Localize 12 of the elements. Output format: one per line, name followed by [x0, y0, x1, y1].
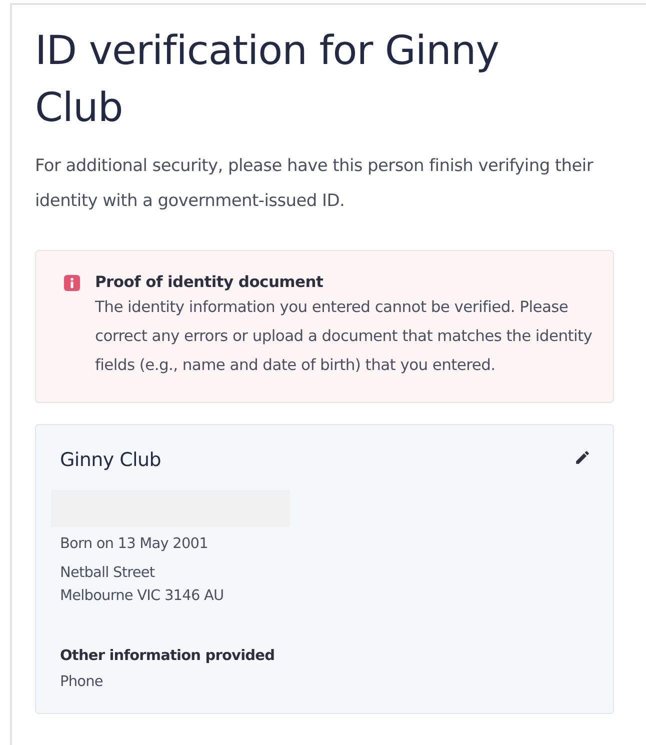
alert-message: The identity information you entered cannot be verified. Please correct any errors or upload a document that matches the identity fields (e.g., name and date of birth) that you entered. [95, 297, 593, 376]
info-icon [64, 275, 80, 291]
page-description: For additional security, please have this person finish verifying their identity with a government-issued ID. [35, 155, 594, 213]
page-title: ID verification for Ginny Club [35, 27, 500, 133]
alert-title: Proof of identity document [95, 272, 324, 293]
address-line: Netball Street [60, 564, 156, 583]
birth-date: Born on 13 May 2001 [60, 536, 209, 552]
address-line: Melbourne VIC 3146 AU [60, 587, 225, 606]
other-info-heading: Other information provided [60, 648, 276, 664]
other-info-item: Phone [60, 674, 104, 690]
edit-icon[interactable] [574, 449, 591, 466]
person-name: Ginny Club [60, 449, 162, 471]
